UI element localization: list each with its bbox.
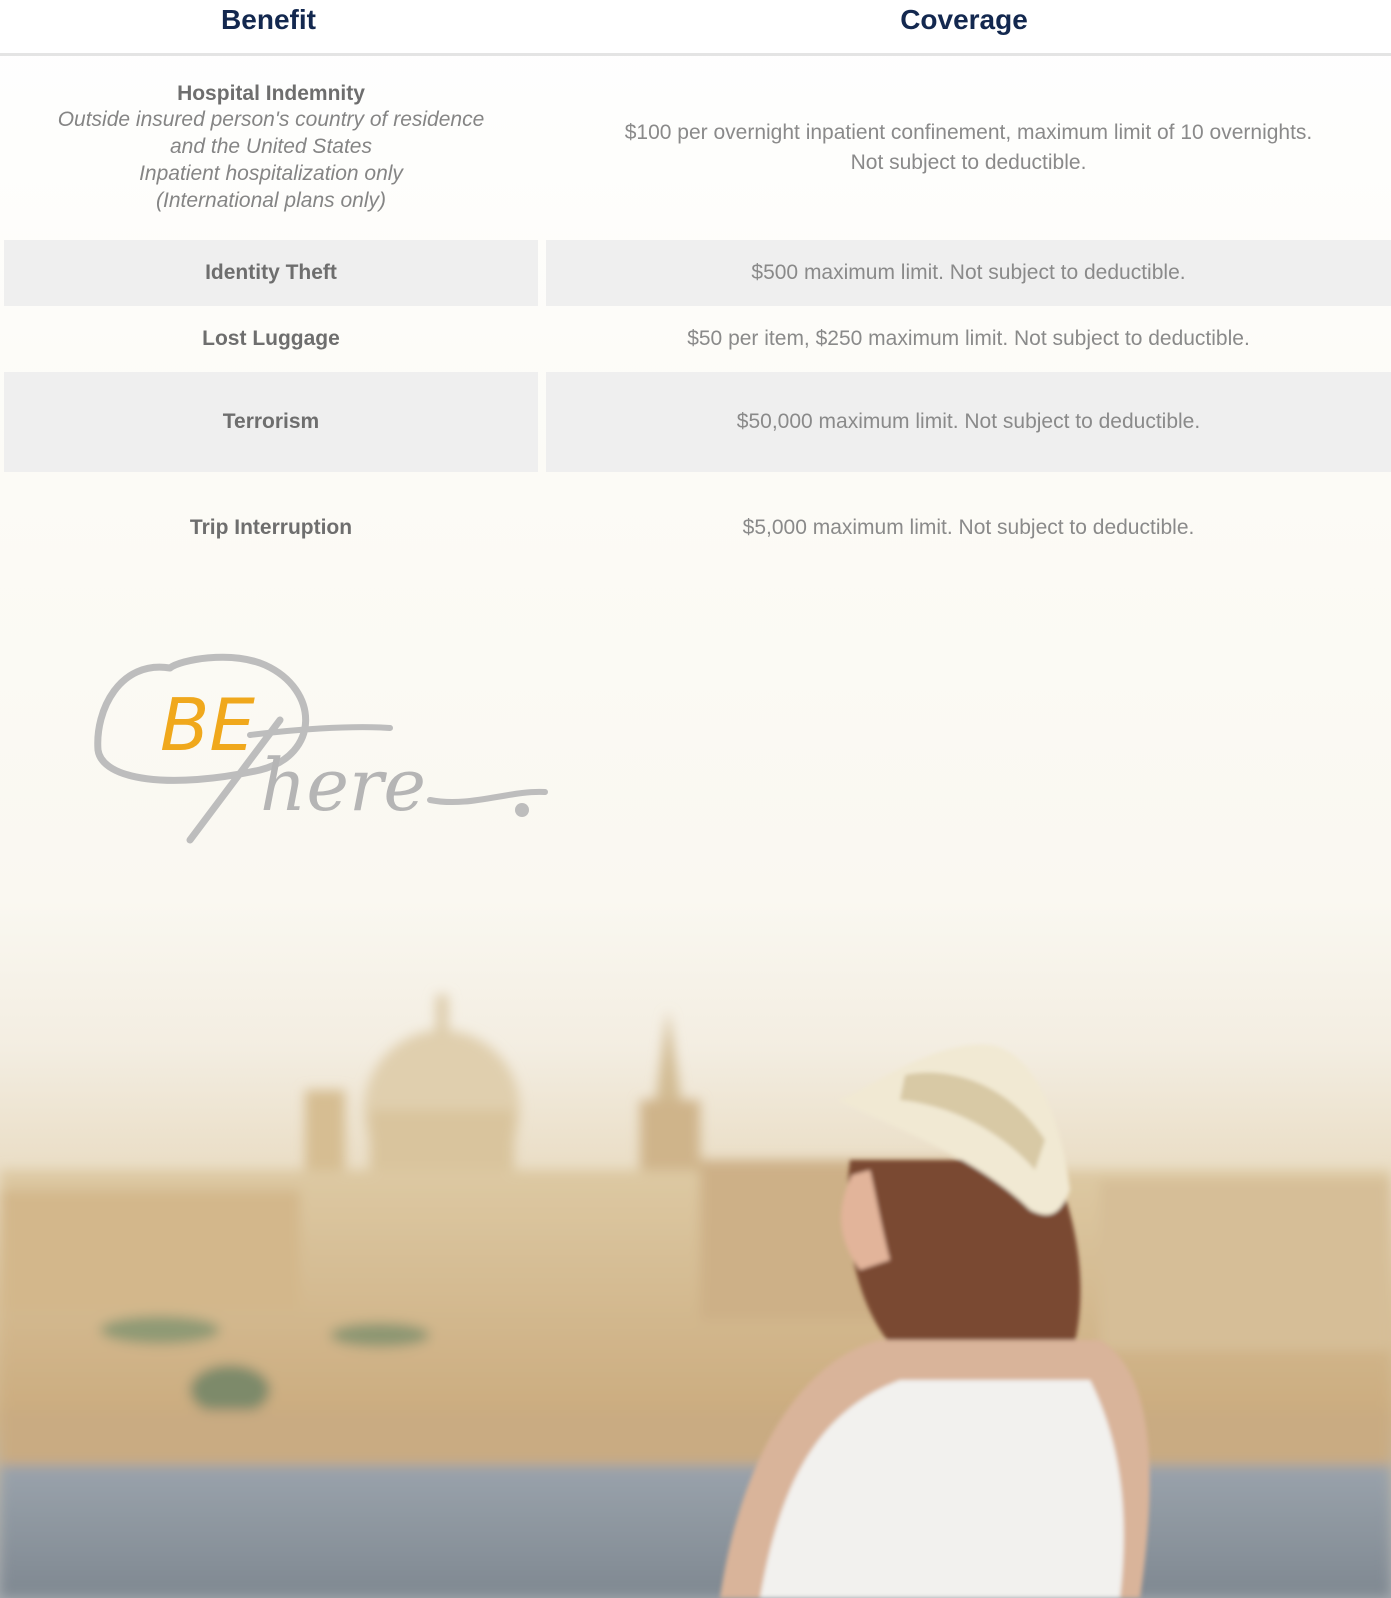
coverage-text: $5,000 maximum limit. Not subject to ded… [742,516,1195,539]
benefit-cell: Hospital Indemnity Outside insured perso… [4,56,538,240]
coverage-text: $500 maximum limit. Not subject to deduc… [751,261,1186,284]
logo-there-text: here [260,743,426,827]
benefit-note: Outside insured person's country of resi… [57,108,485,131]
coverage-text: Not subject to deductible. [850,151,1087,174]
logo-be-text: BE [160,683,255,767]
benefit-note: (International plans only) [156,189,386,212]
coverage-cell: $5,000 maximum limit. Not subject to ded… [546,472,1391,584]
table-header: Benefit Coverage [0,0,1391,56]
benefit-column-header: Benefit [221,4,316,35]
benefit-cell: Trip Interruption [4,472,538,584]
benefit-cell: Terrorism [4,372,538,472]
coverage-text: $50 per item, $250 maximum limit. Not su… [687,327,1250,350]
benefit-cell: Identity Theft [4,240,538,306]
benefit-cell: Lost Luggage [4,306,538,372]
table-row: Identity Theft $500 maximum limit. Not s… [0,240,1391,306]
benefit-name: Trip Interruption [189,516,353,539]
coverage-cell: $50,000 maximum limit. Not subject to de… [546,372,1391,472]
table-row: Terrorism $50,000 maximum limit. Not sub… [0,372,1391,472]
table-row: Hospital Indemnity Outside insured perso… [0,56,1391,240]
coverage-cell: $50 per item, $250 maximum limit. Not su… [546,306,1391,372]
benefit-name: Hospital Indemnity [177,82,365,105]
coverage-text: $100 per overnight inpatient confinement… [624,121,1313,144]
skyline-photo [0,995,1391,1598]
coverage-text: $50,000 maximum limit. Not subject to de… [736,410,1201,433]
coverage-column-header: Coverage [900,4,1028,35]
table-row: Lost Luggage $50 per item, $250 maximum … [0,306,1391,372]
benefit-note: Inpatient hospitalization only [139,162,403,185]
coverage-cell: $500 maximum limit. Not subject to deduc… [546,240,1391,306]
benefits-table: Benefit Coverage Hospital Indemnity Outs… [0,0,1391,539]
benefit-name: Identity Theft [205,261,337,284]
table-row: Trip Interruption $5,000 maximum limit. … [0,472,1391,584]
be-there-logo: BE here [94,653,548,844]
coverage-cell: $100 per overnight inpatient confinement… [546,56,1391,240]
benefit-note: and the United States [170,135,372,158]
benefit-name: Terrorism [222,410,320,433]
benefit-name: Lost Luggage [202,327,340,350]
